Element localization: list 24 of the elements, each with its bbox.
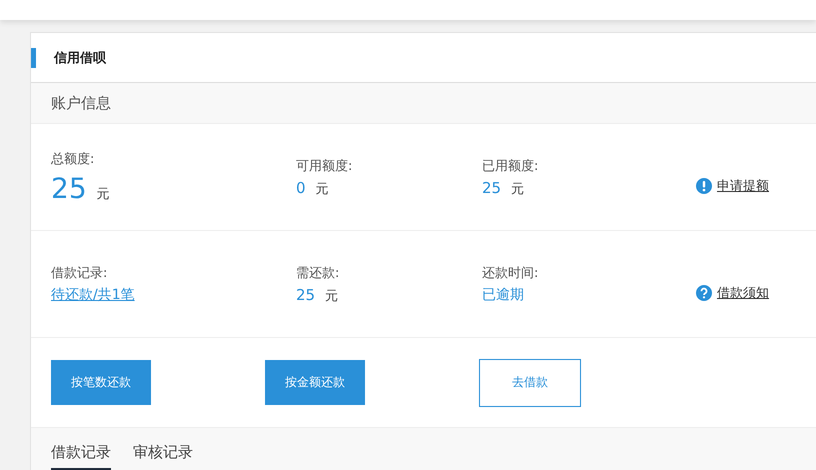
tab[interactable]: 借款记录: [51, 443, 111, 470]
field-label: 还款时间:: [482, 265, 540, 282]
amount-value: 0: [296, 178, 306, 196]
field-label: 借款记录:: [51, 265, 108, 282]
unit-label: 元: [96, 186, 110, 202]
amount-value: 25: [482, 178, 502, 196]
amount-value: 25: [296, 286, 316, 304]
unit-label: 元: [511, 180, 524, 198]
unit-label: 元: [325, 288, 338, 304]
unit-label: 元: [316, 180, 329, 198]
status-text: 已逾期: [482, 286, 524, 304]
field-label: 总额度:: [51, 150, 96, 168]
accent-bar: [31, 48, 36, 68]
exclamation-icon: [696, 178, 712, 194]
section-title: 账户信息: [51, 94, 111, 112]
action-link[interactable]: 申请提额: [717, 177, 769, 195]
field-label: 可用额度:: [296, 158, 354, 174]
panel-title: 信用借呗: [54, 50, 106, 66]
field-label: 已用额度:: [482, 158, 540, 174]
amount-value: 25: [51, 172, 87, 204]
action-link[interactable]: 借款须知: [717, 284, 769, 302]
tab[interactable]: 审核记录: [133, 443, 193, 470]
question-icon: [696, 285, 712, 301]
field-label: 需还款:: [296, 264, 340, 282]
